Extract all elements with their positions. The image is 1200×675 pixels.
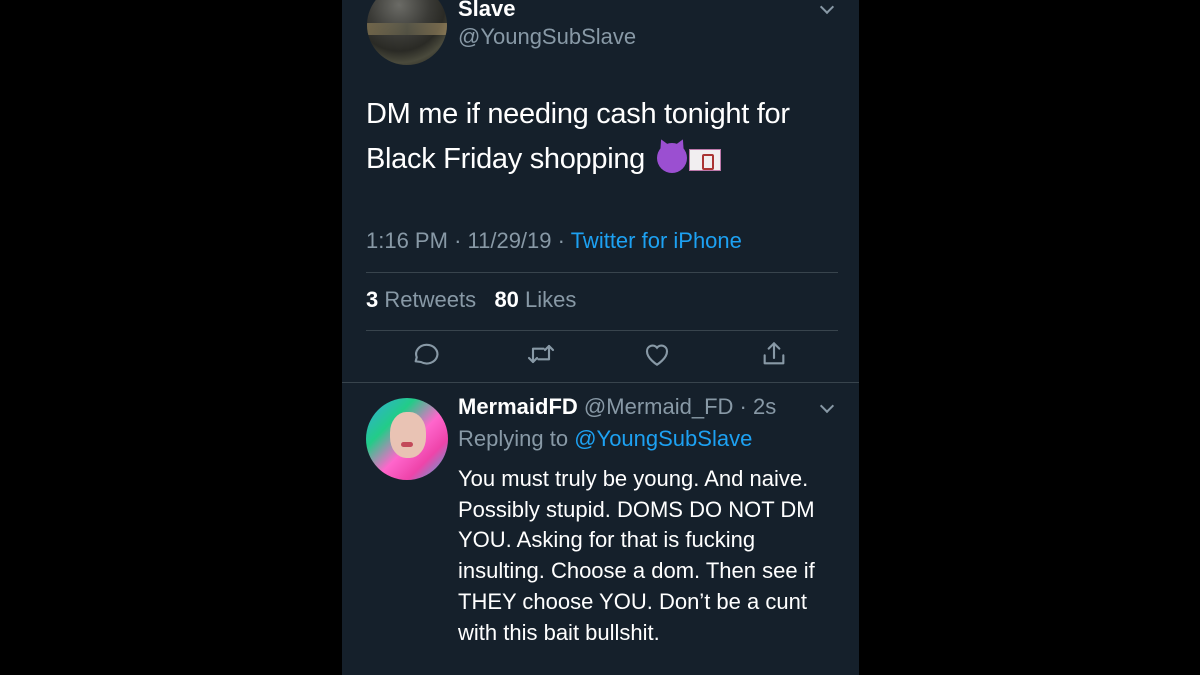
tweet-time: 1:16 PM xyxy=(366,228,448,253)
retweet-count: 3 xyxy=(366,287,379,312)
like-label: Likes xyxy=(525,287,577,312)
tweet-stats: 3 Retweets 80 Likes xyxy=(366,287,576,313)
tweet-text: DM me if needing cash tonight for Black … xyxy=(366,92,836,182)
like-heart-icon[interactable] xyxy=(641,338,673,370)
retweets-stat[interactable]: 3 Retweets xyxy=(366,287,476,312)
pound-banknote-emoji-icon xyxy=(688,149,721,171)
reply-icon[interactable] xyxy=(409,338,441,370)
share-icon[interactable] xyxy=(758,338,790,370)
reply-age: 2s xyxy=(752,394,777,419)
reply-author-handle[interactable]: @Mermaid_FD xyxy=(584,394,733,419)
replying-handle-link[interactable]: @YoungSubSlave xyxy=(574,426,752,451)
like-count: 80 xyxy=(494,287,519,312)
retweet-icon[interactable] xyxy=(525,338,557,370)
tweet-action-bar xyxy=(342,338,859,374)
reply-author-avatar[interactable] xyxy=(366,398,448,480)
reply-author-name[interactable]: MermaidFD xyxy=(458,394,578,419)
author-name[interactable]: Slave xyxy=(458,0,516,22)
divider xyxy=(342,382,859,383)
tweet-meta: 1:16 PM · 11/29/19 · Twitter for iPhone xyxy=(366,228,742,253)
reply-header: MermaidFD @Mermaid_FD · 2s xyxy=(458,394,777,419)
divider xyxy=(366,330,838,331)
author-handle[interactable]: @YoungSubSlave xyxy=(458,24,636,50)
retweet-label: Retweets xyxy=(384,287,477,312)
likes-stat[interactable]: 80 Likes xyxy=(494,287,576,312)
tweet-source-link[interactable]: Twitter for iPhone xyxy=(571,228,742,253)
replying-label: Replying to xyxy=(458,426,569,451)
tweet-menu-chevron-down-icon[interactable] xyxy=(819,0,835,15)
smiling-devil-emoji-icon xyxy=(656,143,687,173)
tweet-detail-screen: Slave @YoungSubSlave DM me if needing ca… xyxy=(342,0,859,675)
tweet-text-body: DM me if needing cash tonight for Black … xyxy=(366,98,790,175)
author-avatar[interactable] xyxy=(367,0,447,65)
replying-to: Replying to @YoungSubSlave xyxy=(458,426,752,452)
reply-text: You must truly be young. And naive. Poss… xyxy=(458,466,815,645)
tweet-date: 11/29/19 xyxy=(467,228,552,253)
reply-menu-chevron-down-icon[interactable] xyxy=(819,398,835,414)
divider xyxy=(366,272,838,273)
